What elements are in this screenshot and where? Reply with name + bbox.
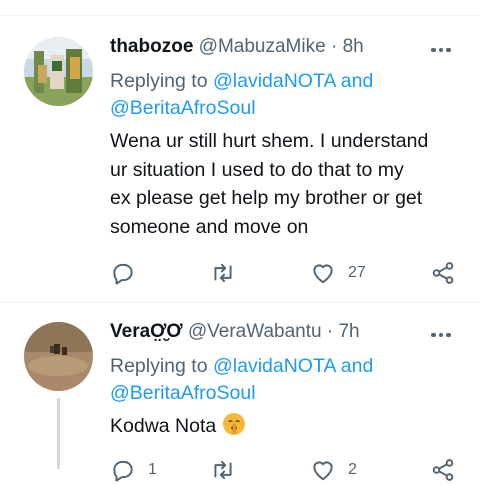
- avatar[interactable]: [24, 37, 93, 106]
- retweet-button[interactable]: [210, 258, 236, 288]
- separator-dot: ·: [330, 36, 338, 57]
- avatar-image: [24, 37, 93, 106]
- retweet-button[interactable]: [210, 455, 236, 485]
- user-handle[interactable]: @MabuzaMike: [199, 36, 326, 57]
- mention-link[interactable]: @lavidaNOTA: [213, 355, 335, 377]
- heart-icon: [313, 461, 333, 481]
- tweet-text: Wena ur still hurt shem. I understand ur…: [110, 127, 470, 241]
- tweet-2[interactable]: VeraƠ̤̮Ơ @VeraWabantu · 7h Replying to @…: [0, 303, 480, 482]
- reply-button[interactable]: [110, 258, 136, 288]
- like-count: 27: [348, 264, 366, 281]
- tweet-text-line: ex please get help my brother or get: [110, 187, 423, 209]
- like-button[interactable]: 27: [310, 258, 366, 288]
- tweet-text-body: Kodwa Nota: [110, 415, 217, 437]
- more-options-icon[interactable]: [426, 325, 456, 345]
- reply-button[interactable]: 1: [110, 455, 157, 485]
- tweet-1[interactable]: thabozoe @MabuzaMike · 8h Replying to @l…: [0, 0, 480, 300]
- more-options-icon[interactable]: [426, 40, 456, 60]
- timestamp[interactable]: 8h: [343, 36, 364, 57]
- heart-icon: [313, 264, 333, 284]
- shushing-face-icon: [222, 413, 245, 435]
- like-count: 2: [348, 461, 357, 478]
- replying-to: Replying to @lavidaNOTA and @BeritaAfroS…: [110, 68, 373, 122]
- reply-icon: [113, 460, 133, 482]
- replying-to: Replying to @lavidaNOTA and @BeritaAfroS…: [110, 353, 373, 407]
- display-name-emoticon: Ơ̤̮Ơ: [150, 321, 183, 342]
- display-name[interactable]: thabozoe: [110, 36, 193, 57]
- display-name[interactable]: VeraƠ̤̮Ơ: [110, 321, 183, 342]
- mention-and: and: [340, 70, 374, 92]
- tweet-header: thabozoe @MabuzaMike · 8h: [110, 36, 364, 58]
- user-handle[interactable]: @VeraWabantu: [188, 321, 322, 342]
- like-button[interactable]: 2: [310, 455, 357, 485]
- timestamp[interactable]: 7h: [338, 321, 359, 342]
- reply-count: 1: [148, 461, 157, 478]
- tweet-text-line: ur situation I used to do that to my: [110, 158, 404, 181]
- replying-to-label: Replying to: [110, 70, 208, 92]
- action-bar: 27: [110, 258, 455, 288]
- tweet-header: VeraƠ̤̮Ơ @VeraWabantu · 7h: [110, 321, 360, 343]
- avatar-image: [24, 322, 93, 391]
- display-name-text: Vera: [110, 321, 151, 342]
- share-icon: [432, 262, 454, 284]
- tweet-text-line: Wena ur still hurt shem. I understand: [110, 130, 429, 152]
- retweet-icon: [214, 460, 232, 480]
- separator-dot: ·: [326, 321, 334, 342]
- mention-and: and: [340, 355, 374, 377]
- share-icon: [432, 459, 454, 481]
- tweet-text: Kodwa Nota: [110, 412, 470, 441]
- tweet-text-line: someone and move on: [110, 215, 309, 238]
- retweet-icon: [214, 263, 232, 283]
- action-bar: 1 2: [110, 455, 455, 485]
- reply-icon: [113, 263, 133, 285]
- thread-line: [57, 398, 60, 469]
- mention-link[interactable]: @BeritaAfroSoul: [110, 97, 256, 119]
- share-button[interactable]: [430, 258, 456, 288]
- mention-link[interactable]: @BeritaAfroSoul: [110, 382, 256, 404]
- avatar[interactable]: [24, 322, 93, 391]
- share-button[interactable]: [430, 455, 456, 485]
- replying-to-label: Replying to: [110, 355, 208, 377]
- mention-link[interactable]: @lavidaNOTA: [213, 70, 335, 92]
